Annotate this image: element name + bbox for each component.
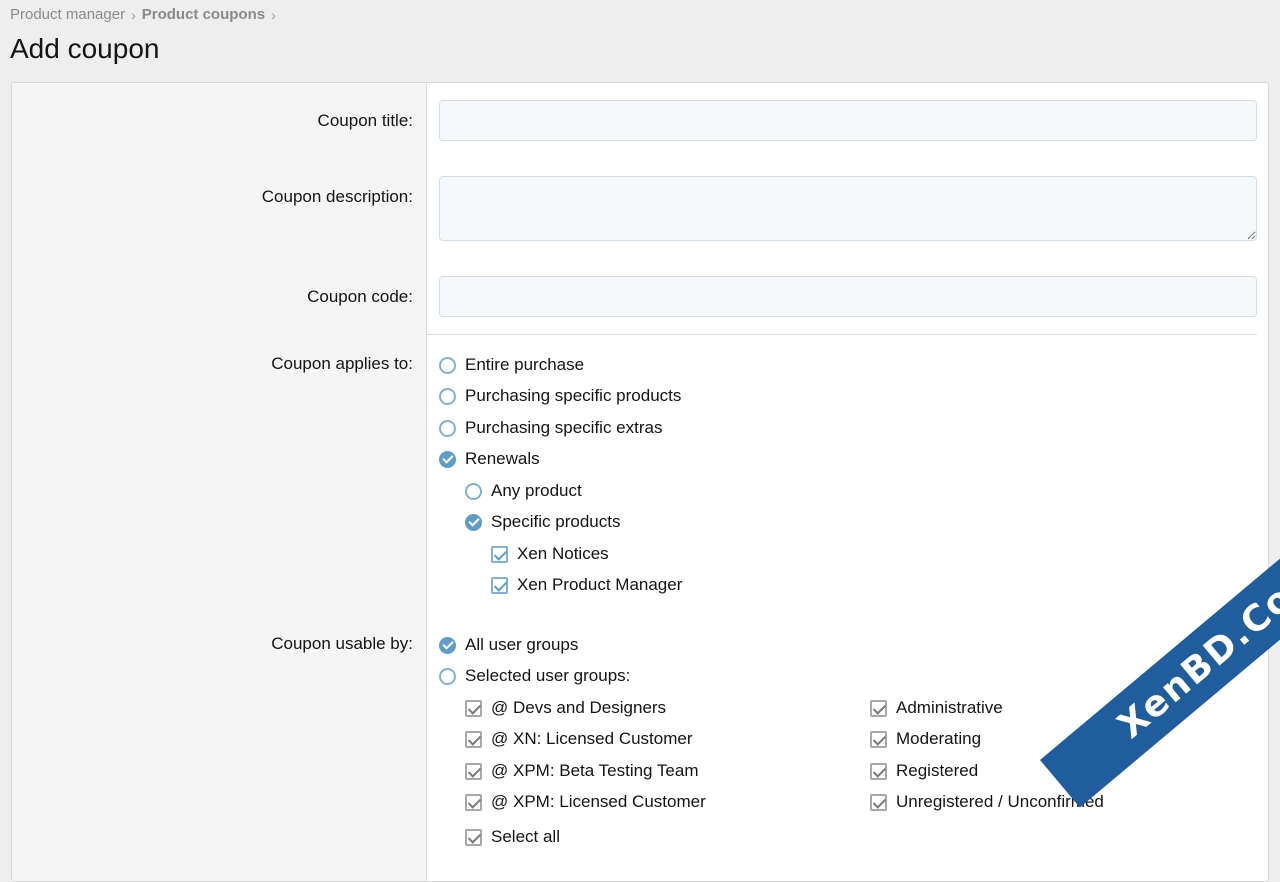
applies-specific-extras-radio[interactable]: Purchasing specific extras — [439, 418, 662, 438]
group-label: Registered — [896, 761, 979, 780]
breadcrumb: Product manager › Product coupons › — [10, 6, 282, 23]
coupon-description-input[interactable] — [439, 176, 1257, 241]
checkbox-checked-icon — [465, 828, 482, 846]
radio-checked-icon — [465, 513, 482, 531]
product-xen-product-manager-label: Xen Product Manager — [517, 575, 683, 594]
radio-unchecked-icon — [439, 356, 456, 374]
applies-specific-extras-label: Purchasing specific extras — [465, 418, 663, 437]
group-xpm-licensed-checkbox[interactable]: @ XPM: Licensed Customer — [465, 792, 706, 812]
applies-specific-products-radio[interactable]: Purchasing specific products — [439, 386, 681, 406]
group-administrative-checkbox[interactable]: Administrative — [870, 698, 1003, 718]
product-xen-notices-label: Xen Notices — [517, 544, 609, 563]
checkbox-checked-icon — [870, 762, 887, 780]
radio-unchecked-icon — [439, 387, 456, 405]
usable-all-groups-label: All user groups — [465, 635, 579, 654]
radio-checked-icon — [439, 450, 456, 468]
coupon-title-input[interactable] — [439, 100, 1257, 141]
radio-unchecked-icon — [465, 482, 482, 500]
coupon-applies-label: Coupon applies to: — [271, 354, 413, 373]
usable-selected-groups-label: Selected user groups: — [465, 666, 631, 685]
select-all-label: Select all — [491, 827, 560, 846]
group-devs-designers-checkbox[interactable]: @ Devs and Designers — [465, 698, 666, 718]
group-moderating-checkbox[interactable]: Moderating — [870, 729, 981, 749]
group-label: Administrative — [896, 698, 1003, 717]
checkbox-checked-icon — [870, 730, 887, 748]
radio-unchecked-icon — [439, 419, 456, 437]
radio-checked-icon — [439, 636, 456, 654]
group-label: @ XN: Licensed Customer — [491, 729, 693, 748]
group-label: @ XPM: Beta Testing Team — [491, 761, 699, 780]
page-title: Add coupon — [10, 33, 160, 64]
checkbox-checked-icon — [465, 730, 482, 748]
group-registered-checkbox[interactable]: Registered — [870, 761, 978, 781]
applies-renewals-radio[interactable]: Renewals — [439, 449, 540, 469]
applies-specific-products-label: Purchasing specific products — [465, 386, 682, 405]
usable-selected-groups-radio[interactable]: Selected user groups: — [439, 666, 630, 686]
select-all-checkbox[interactable]: Select all — [465, 827, 560, 847]
renewals-specific-products-label: Specific products — [491, 512, 621, 531]
coupon-code-label: Coupon code: — [307, 287, 413, 306]
applies-entire-purchase-radio[interactable]: Entire purchase — [439, 355, 584, 375]
usable-all-groups-radio[interactable]: All user groups — [439, 635, 578, 655]
coupon-usable-label: Coupon usable by: — [271, 634, 413, 653]
applies-renewals-label: Renewals — [465, 449, 540, 468]
group-label: @ Devs and Designers — [491, 698, 667, 717]
checkbox-checked-icon — [491, 576, 508, 594]
section-divider — [427, 334, 1257, 335]
breadcrumb-product-manager[interactable]: Product manager — [10, 6, 125, 23]
checkbox-checked-icon — [870, 793, 887, 811]
chevron-right-icon: › — [131, 6, 136, 23]
group-xpm-beta-checkbox[interactable]: @ XPM: Beta Testing Team — [465, 761, 699, 781]
product-xen-notices-checkbox[interactable]: Xen Notices — [491, 544, 609, 564]
chevron-right-icon: › — [271, 6, 276, 23]
applies-entire-purchase-label: Entire purchase — [465, 355, 585, 374]
breadcrumb-product-coupons[interactable]: Product coupons — [142, 6, 265, 23]
checkbox-checked-icon — [465, 793, 482, 811]
renewals-specific-products-radio[interactable]: Specific products — [465, 512, 620, 532]
coupon-description-label: Coupon description: — [261, 187, 413, 206]
checkbox-checked-icon — [870, 699, 887, 717]
group-label: @ XPM: Licensed Customer — [491, 792, 706, 811]
radio-unchecked-icon — [439, 667, 456, 685]
coupon-title-label: Coupon title: — [317, 111, 413, 130]
product-xen-product-manager-checkbox[interactable]: Xen Product Manager — [491, 575, 682, 595]
coupon-code-input[interactable] — [439, 276, 1257, 317]
checkbox-checked-icon — [491, 545, 508, 563]
renewals-any-product-radio[interactable]: Any product — [465, 481, 582, 501]
renewals-any-product-label: Any product — [491, 481, 582, 500]
checkbox-checked-icon — [465, 699, 482, 717]
group-xn-licensed-checkbox[interactable]: @ XN: Licensed Customer — [465, 729, 693, 749]
checkbox-checked-icon — [465, 762, 482, 780]
group-label: Moderating — [896, 729, 982, 748]
